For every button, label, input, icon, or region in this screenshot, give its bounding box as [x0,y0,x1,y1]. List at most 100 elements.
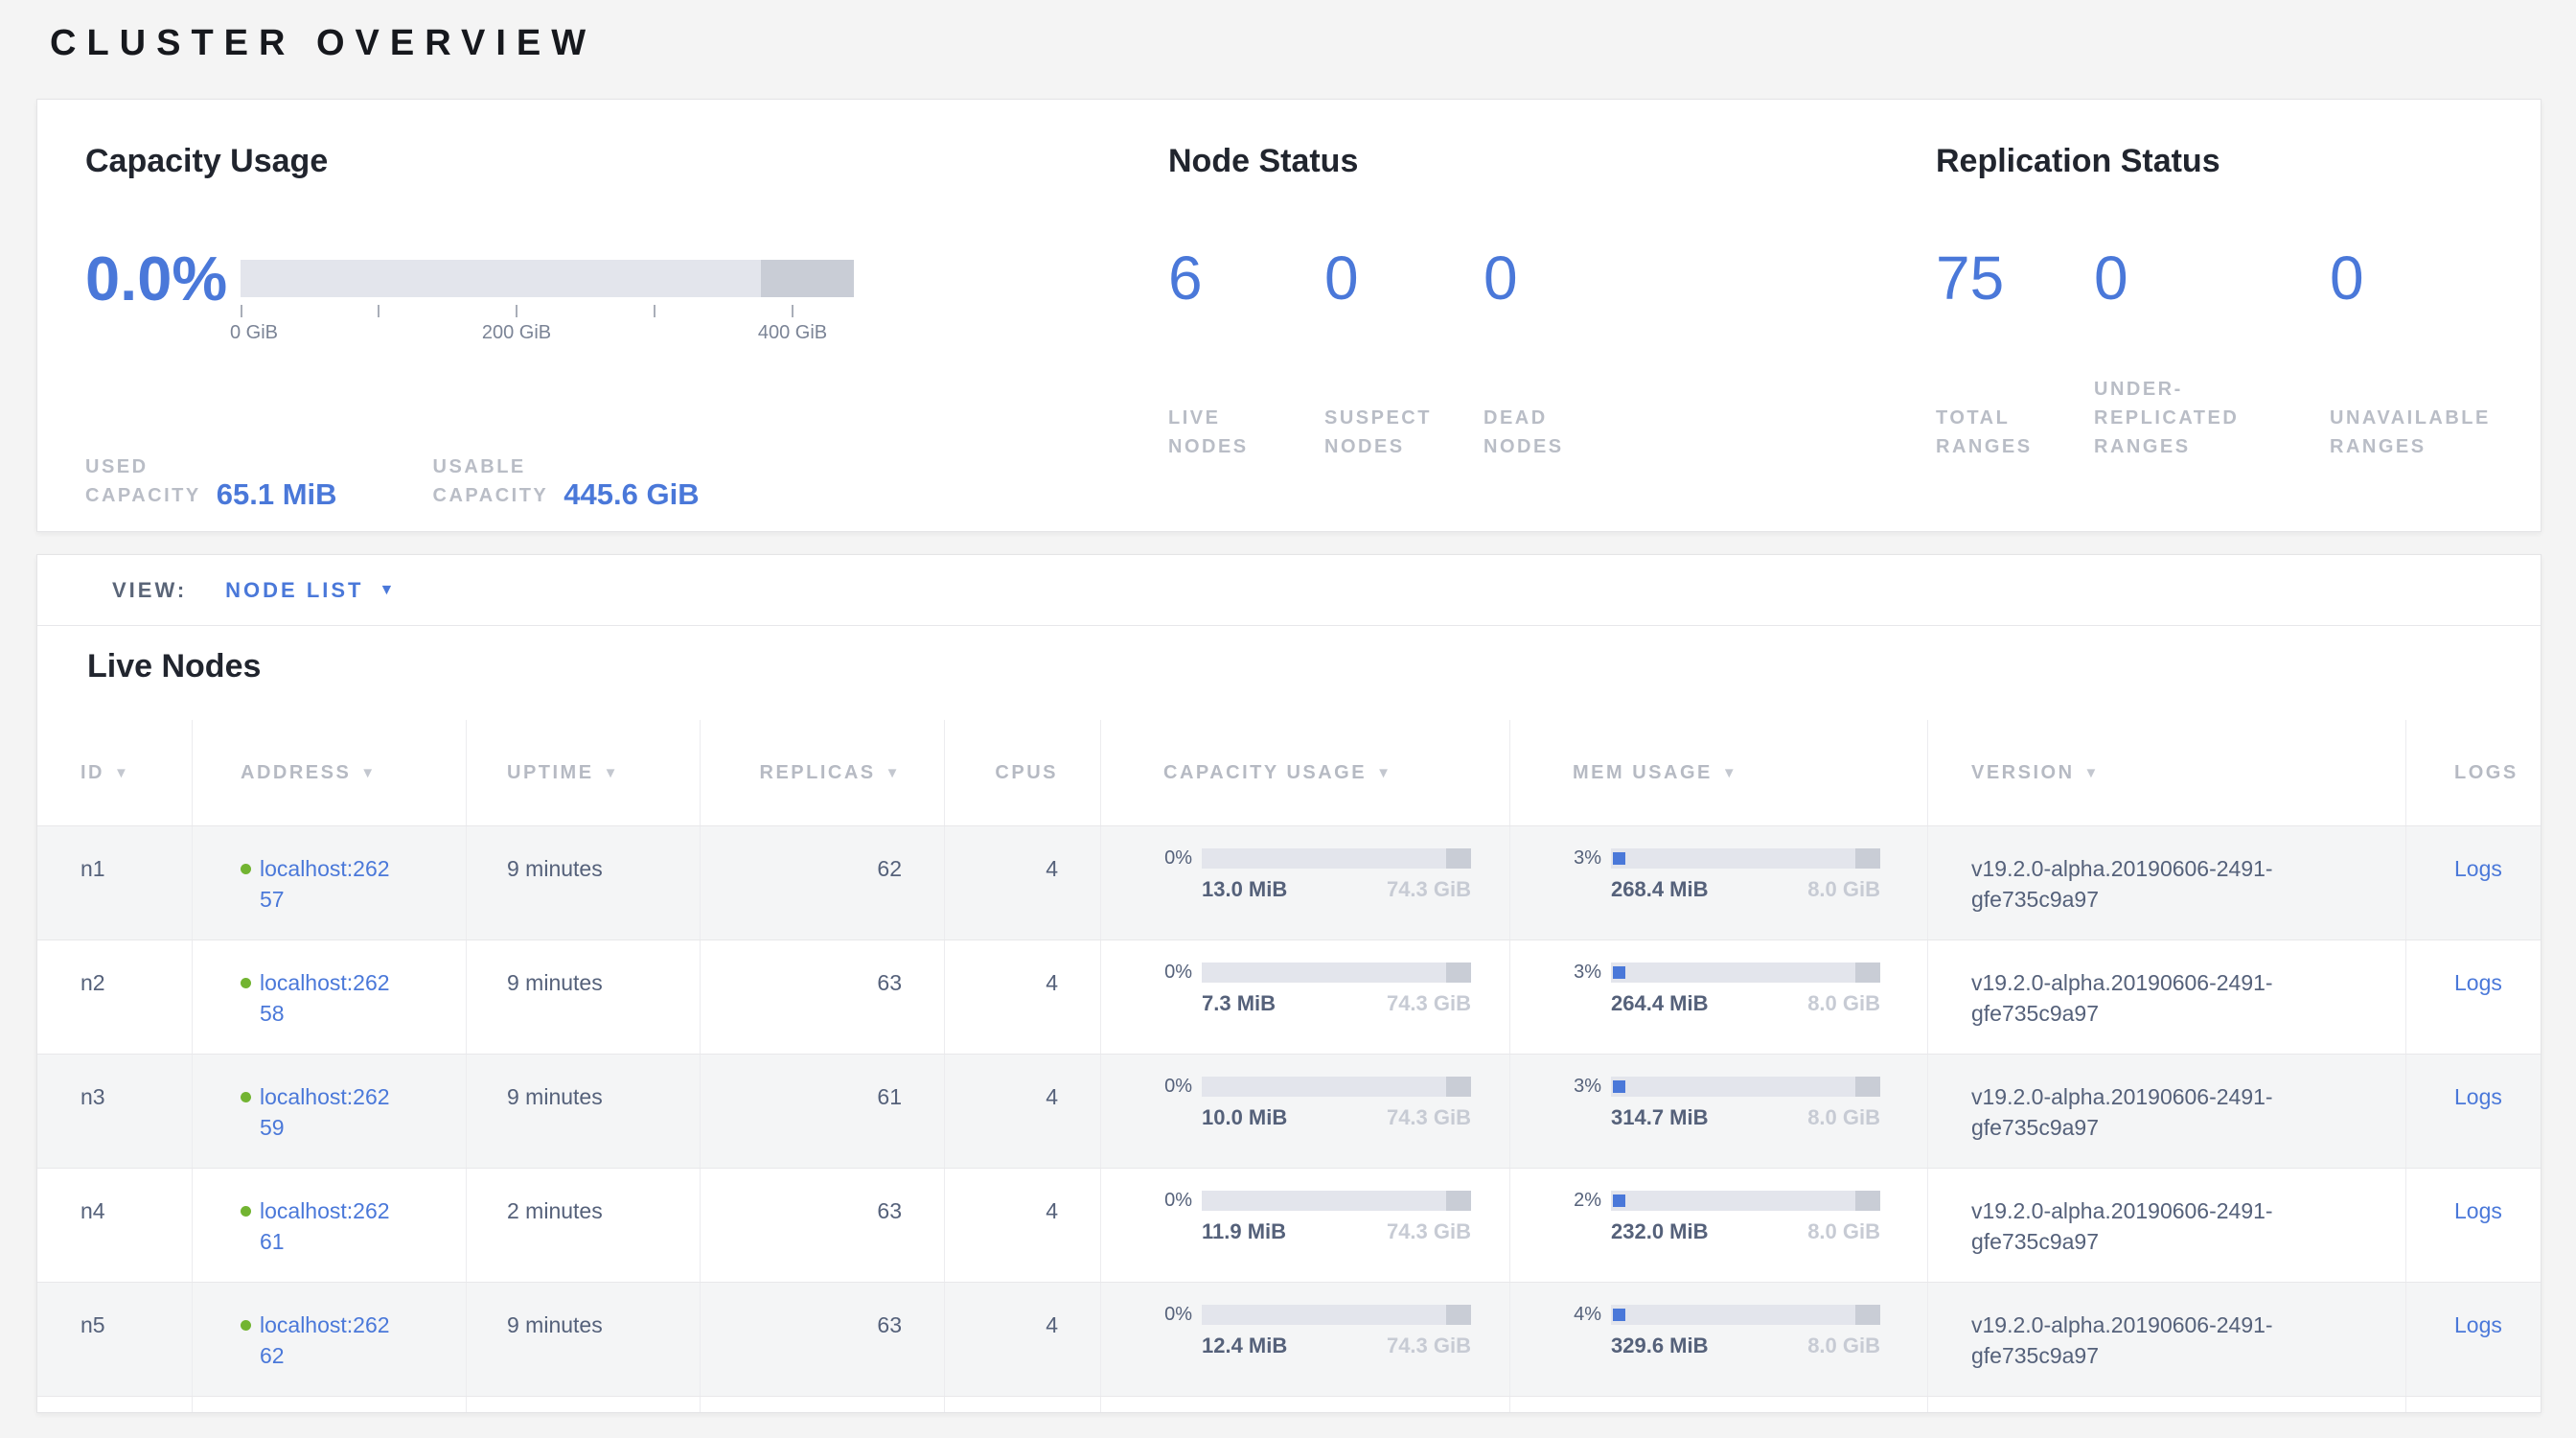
node-cpus: 4 [945,1283,1101,1396]
total-ranges-label: TOTAL RANGES [1936,404,2094,461]
suspect-nodes-label: SUSPECT NODES [1324,404,1484,461]
view-selector-dropdown[interactable]: NODE LIST ▼ [225,578,397,603]
node-status-section: Node Status 6 0 0 LIVE NODES SUSPECT NOD… [1168,142,1675,461]
logs-link[interactable]: Logs [2454,1312,2502,1337]
axis-tick [792,305,794,317]
node-version: v19.2.0-alpha.20190606-2491-gfe735c9a97 [1928,826,2406,939]
node-id: n5 [37,1283,193,1396]
capacity-gauge-axis: 0 GiB 200 GiB 400 GiB [241,297,854,343]
column-header-replicas[interactable]: REPLICAS ▼ [701,720,945,825]
node-version: v19.2.0-alpha.20190606-2491-gfe735c9a97 [1928,1283,2406,1396]
sort-icon: ▼ [604,765,620,781]
capacity-bar [1202,963,1471,983]
capacity-used: 10.0 MiB [1202,1103,1287,1132]
mem-used: 268.4 MiB [1611,875,1709,904]
table-row: n4 localhost:26261 2 minutes 63 4 0% 11.… [37,1168,2541,1282]
node-capacity-usage: 0% 11.9 MiB 74.3 GiB [1101,1169,1510,1282]
live-status-dot-icon [241,1320,251,1331]
node-id: n1 [37,826,193,939]
logs-cell: Logs [2406,826,2542,939]
logs-link[interactable]: Logs [2454,970,2502,995]
logs-link[interactable]: Logs [2454,1198,2502,1223]
node-cpus: 4 [945,1055,1101,1168]
used-capacity-label: CAPACITY [85,481,201,510]
logs-cell: Logs [2406,1169,2542,1282]
usable-capacity-label: CAPACITY [433,481,549,510]
node-mem-usage: 2% 232.0 MiB 8.0 GiB [1510,1169,1928,1282]
node-address-link[interactable]: localhost:26262 [260,1310,394,1371]
mem-bar [1611,963,1880,983]
view-bar: VIEW: NODE LIST ▼ [37,555,2541,626]
node-list-card: VIEW: NODE LIST ▼ Live Nodes ID ▼ ADDRES… [36,554,2542,1413]
capacity-total: 74.3 GiB [1387,1332,1471,1360]
mem-percent: 3% [1573,847,1601,870]
node-address-link[interactable]: localhost:26258 [260,967,394,1029]
suspect-nodes-count: 0 [1324,247,1484,310]
mem-bar [1611,848,1880,869]
view-label: VIEW: [112,578,187,603]
mem-percent: 2% [1573,1190,1601,1212]
node-uptime: 2 minutes [467,1169,701,1282]
capacity-bar [1202,1077,1471,1097]
logs-link[interactable]: Logs [2454,856,2502,881]
node-status-heading: Node Status [1168,142,1675,180]
live-status-dot-icon [241,864,251,874]
node-address-cell: localhost:26257 [193,826,467,939]
column-header-uptime[interactable]: UPTIME ▼ [467,720,701,825]
usable-capacity-label: USABLE [433,452,549,481]
node-uptime: 9 minutes [467,1055,701,1168]
replication-status-section: Replication Status 75 0 0 TOTAL RANGES U… [1936,142,2576,461]
node-id: n4 [37,1169,193,1282]
mem-used: 232.0 MiB [1611,1218,1709,1246]
node-address-link[interactable]: localhost:26257 [260,853,394,915]
sort-icon: ▼ [1376,765,1392,781]
node-capacity-usage: 0% 12.4 MiB 74.3 GiB [1101,1283,1510,1396]
column-header-capacity-usage[interactable]: CAPACITY USAGE ▼ [1101,720,1510,825]
node-address-cell: localhost:26259 [193,1055,467,1168]
axis-tick-label: 200 GiB [482,322,551,344]
logs-cell: Logs [2406,1283,2542,1396]
live-status-dot-icon [241,978,251,988]
mem-used: 264.4 MiB [1611,989,1709,1018]
node-address-link[interactable]: localhost:26261 [260,1195,394,1257]
capacity-percent-value: 0.0% [85,247,241,343]
unavailable-ranges-count: 0 [2330,247,2576,310]
column-header-id[interactable]: ID ▼ [37,720,193,825]
node-id: n2 [37,940,193,1054]
capacity-percent: 0% [1163,962,1192,984]
node-address-link[interactable]: localhost:26259 [260,1081,394,1143]
column-header-address[interactable]: ADDRESS ▼ [193,720,467,825]
mem-total: 8.0 GiB [1807,1103,1880,1132]
node-mem-usage: 4% 329.6 MiB 8.0 GiB [1510,1283,1928,1396]
node-id: n3 [37,1055,193,1168]
mem-total: 8.0 GiB [1807,989,1880,1018]
axis-tick-label: 400 GiB [758,322,827,344]
table-header-row: ID ▼ ADDRESS ▼ UPTIME ▼ REPLICAS ▼ CPUS … [37,720,2541,825]
capacity-total: 74.3 GiB [1387,875,1471,904]
table-row: n2 localhost:26258 9 minutes 63 4 0% 7.3… [37,939,2541,1054]
live-nodes-label: LIVE NODES [1168,404,1324,461]
sort-icon: ▼ [2084,765,2101,781]
used-capacity-label: USED [85,452,201,481]
table-row: n5 localhost:26262 9 minutes 63 4 0% 12.… [37,1282,2541,1396]
usable-capacity-value: 445.6 GiB [564,479,699,510]
axis-tick [241,305,242,317]
dead-nodes-label: DEAD NODES [1484,404,1675,461]
node-capacity-usage: 0% 10.0 MiB 74.3 GiB [1101,1055,1510,1168]
node-version: v19.2.0-alpha.20190606-2491-gfe735c9a97 [1928,940,2406,1054]
column-header-cpus[interactable]: CPUS [945,720,1101,825]
capacity-percent: 0% [1163,1304,1192,1326]
mem-percent: 4% [1573,1304,1601,1326]
node-uptime: 9 minutes [467,940,701,1054]
logs-link[interactable]: Logs [2454,1084,2502,1109]
mem-used: 329.6 MiB [1611,1332,1709,1360]
column-header-version[interactable]: VERSION ▼ [1928,720,2406,825]
mem-total: 8.0 GiB [1807,875,1880,904]
mem-used: 314.7 MiB [1611,1103,1709,1132]
capacity-total: 74.3 GiB [1387,1103,1471,1132]
replication-status-heading: Replication Status [1936,142,2576,180]
axis-tick [378,305,380,317]
sort-icon: ▼ [360,765,377,781]
capacity-percent: 0% [1163,1076,1192,1098]
column-header-mem-usage[interactable]: MEM USAGE ▼ [1510,720,1928,825]
